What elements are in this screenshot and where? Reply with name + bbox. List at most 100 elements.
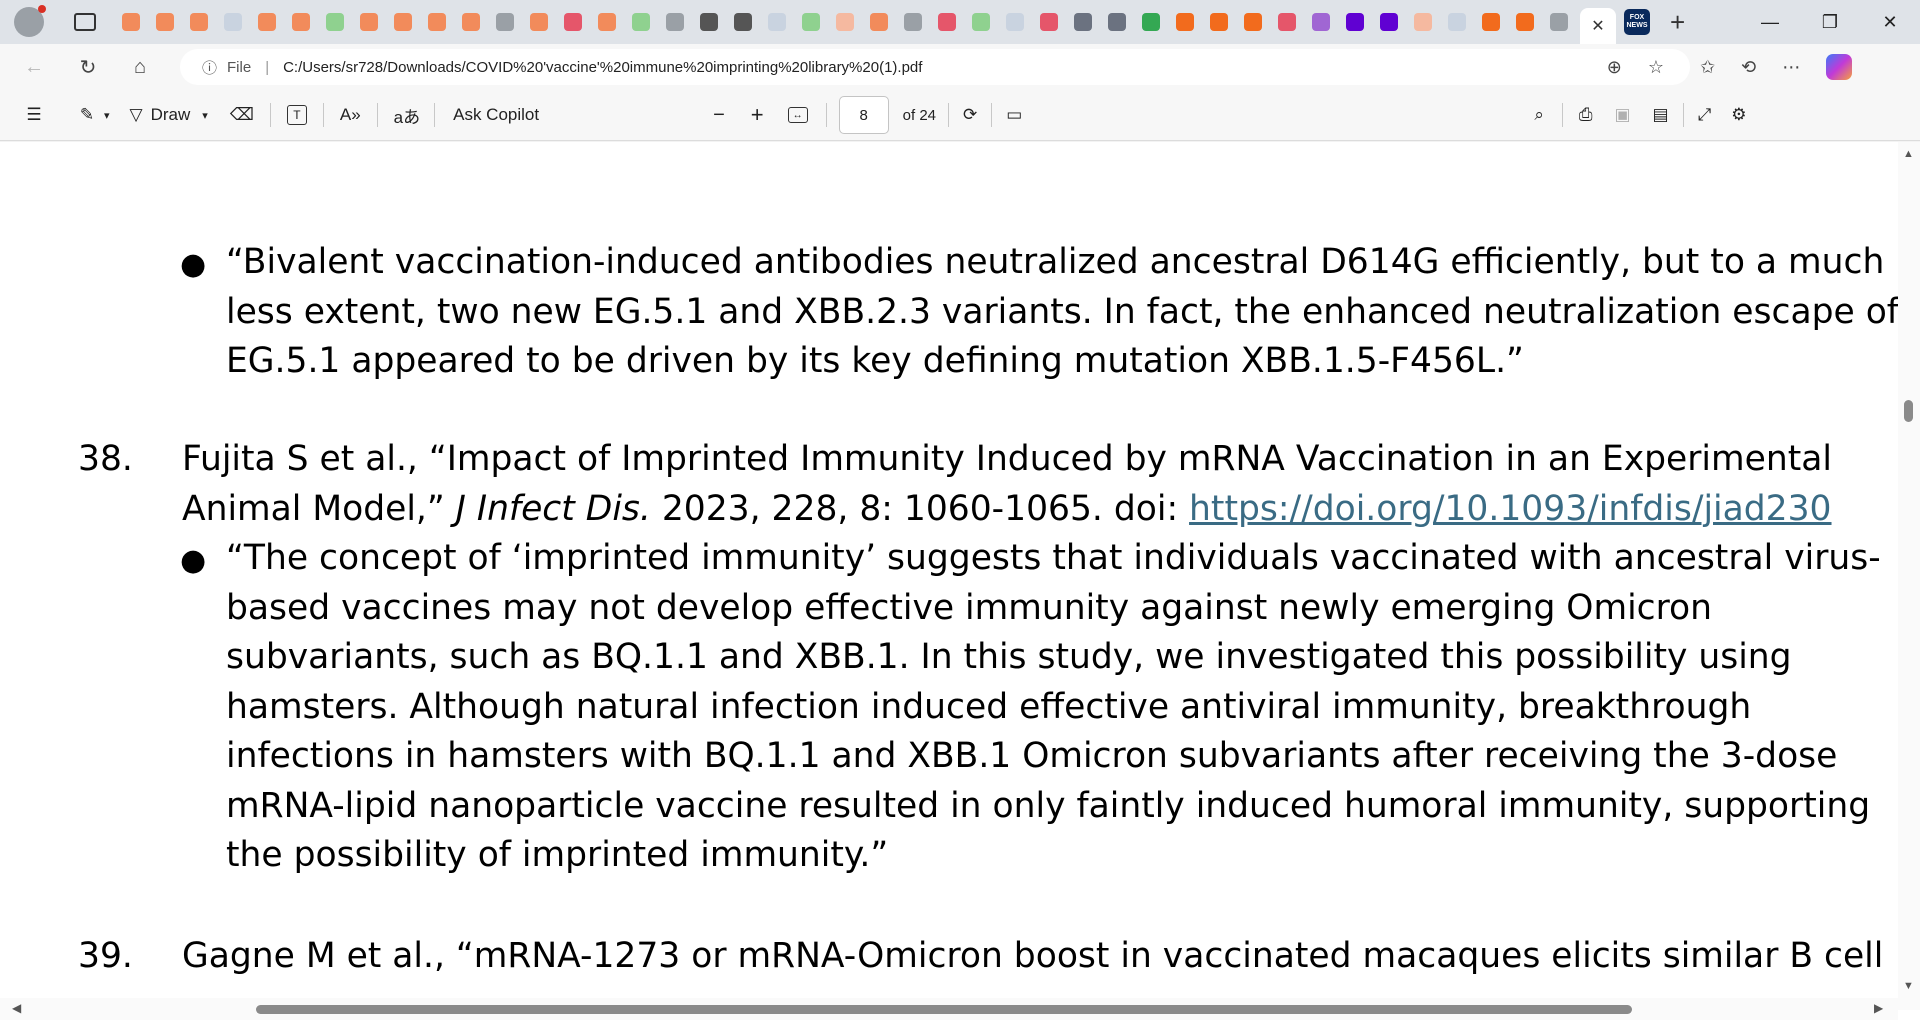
tab-21[interactable] <box>832 9 858 35</box>
translate-icon[interactable]: aあ <box>394 99 420 131</box>
tab-8[interactable] <box>390 9 416 35</box>
tab-32[interactable] <box>1206 9 1232 35</box>
save-icon[interactable]: ▣ <box>1614 99 1630 131</box>
eraser-icon[interactable]: ⌫ <box>230 99 254 131</box>
tab-20[interactable] <box>798 9 824 35</box>
back-button[interactable]: ← <box>14 56 54 79</box>
more-menu-icon[interactable]: ⋯ <box>1782 57 1800 78</box>
zoom-out-icon[interactable]: − <box>713 99 725 131</box>
tab-28[interactable] <box>1070 9 1096 35</box>
horizontal-scrollbar[interactable]: ◀ ▶ <box>0 998 1898 1020</box>
tab-18[interactable] <box>730 9 756 35</box>
tab-active-pdf[interactable]: ✕ <box>1580 8 1616 44</box>
tab-39[interactable] <box>1444 9 1470 35</box>
tab-6[interactable] <box>322 9 348 35</box>
scroll-left-icon[interactable]: ◀ <box>12 1001 21 1015</box>
tab-actions-icon[interactable] <box>74 13 96 31</box>
tab-13[interactable] <box>560 9 586 35</box>
close-tab-icon[interactable]: ✕ <box>1591 16 1604 36</box>
tab-26[interactable] <box>1002 9 1028 35</box>
draw-button[interactable]: Draw <box>151 99 191 131</box>
tab-35[interactable] <box>1308 9 1334 35</box>
tab-10[interactable] <box>458 9 484 35</box>
tab-2[interactable] <box>186 9 212 35</box>
ask-copilot-button[interactable]: Ask Copilot <box>453 99 539 131</box>
refresh-button[interactable]: ↻ <box>68 55 108 80</box>
favorite-star-icon[interactable]: ☆ <box>1648 57 1664 78</box>
tab-14[interactable] <box>594 9 620 35</box>
tab-1[interactable] <box>152 9 178 35</box>
tab-34[interactable] <box>1274 9 1300 35</box>
tab-5[interactable] <box>288 9 314 35</box>
scroll-up-icon[interactable]: ▲ <box>1903 148 1914 160</box>
tab-19[interactable] <box>764 9 790 35</box>
page-view-icon[interactable]: ▭ <box>1006 99 1022 131</box>
draw-icon[interactable]: ▽ <box>130 99 143 131</box>
horizontal-scroll-thumb[interactable] <box>256 1005 1632 1014</box>
tab-0[interactable] <box>118 9 144 35</box>
contents-icon[interactable]: ☰ <box>22 99 46 131</box>
tab-24[interactable] <box>934 9 960 35</box>
tab-37[interactable] <box>1376 9 1402 35</box>
tab-29[interactable] <box>1104 9 1130 35</box>
site-info-icon[interactable]: ⓘ <box>202 57 217 78</box>
reference-number: 38. <box>78 439 133 479</box>
search-icon[interactable]: ⌕ <box>1534 99 1544 131</box>
favorites-icon[interactable]: ✩ <box>1700 57 1715 78</box>
scroll-right-icon[interactable]: ▶ <box>1874 1001 1883 1015</box>
settings-gear-icon[interactable]: ⚙ <box>1731 99 1746 131</box>
highlight-icon[interactable]: ✎ <box>76 99 98 131</box>
tab-27[interactable] <box>1036 9 1062 35</box>
address-bar[interactable]: ⓘ File | C:/Users/sr728/Downloads/COVID%… <box>180 49 1690 85</box>
chevron-down-icon[interactable]: ▾ <box>104 99 110 131</box>
rotate-icon[interactable]: ⟳ <box>963 99 977 131</box>
tab-42[interactable] <box>1546 9 1572 35</box>
tab-12[interactable] <box>526 9 552 35</box>
text-line: the possibility of imprinted immunity.” <box>226 835 889 875</box>
tab-16[interactable] <box>662 9 688 35</box>
close-window-button[interactable]: ✕ <box>1860 12 1920 33</box>
restore-button[interactable]: ❐ <box>1800 12 1860 33</box>
e-icon <box>870 13 888 31</box>
tab-4[interactable] <box>254 9 280 35</box>
page-number-input[interactable]: 8 <box>838 96 889 134</box>
tab-38[interactable] <box>1410 9 1436 35</box>
tab-41[interactable] <box>1512 9 1538 35</box>
fit-page-icon[interactable]: ↔ <box>787 107 808 123</box>
doi-link[interactable]: https://doi.org/10.1093/infdis/jiad230 <box>1189 489 1831 529</box>
read-aloud-icon[interactable]: A» <box>340 99 361 131</box>
tab-9[interactable] <box>424 9 450 35</box>
chevron-down-icon[interactable]: ▾ <box>202 99 208 131</box>
copilot-icon[interactable] <box>1826 54 1853 80</box>
tab-23[interactable] <box>900 9 926 35</box>
tab-11[interactable] <box>492 9 518 35</box>
text-box-icon[interactable]: T <box>286 105 307 125</box>
tab-30[interactable] <box>1138 9 1164 35</box>
history-icon[interactable]: ⟲ <box>1741 57 1756 78</box>
home-button[interactable]: ⌂ <box>120 56 160 79</box>
tab-25[interactable] <box>968 9 994 35</box>
tab-22[interactable] <box>866 9 892 35</box>
print-icon[interactable]: ⎙ <box>1579 99 1593 131</box>
tab-15[interactable] <box>628 9 654 35</box>
save-as-icon[interactable]: ▤ <box>1653 99 1669 131</box>
zoom-icon[interactable]: ⊕ <box>1607 57 1622 78</box>
tab-40[interactable] <box>1478 9 1504 35</box>
vertical-scrollbar[interactable]: ▲ ▼ <box>1898 142 1920 1010</box>
url-text[interactable]: C:/Users/sr728/Downloads/COVID%20'vaccin… <box>283 59 922 76</box>
tab-7[interactable] <box>356 9 382 35</box>
tab-fox-news[interactable]: FOX NEWS <box>1624 9 1650 35</box>
minimize-button[interactable]: — <box>1740 12 1800 33</box>
new-tab-button[interactable]: + <box>1670 7 1685 38</box>
zoom-in-icon[interactable]: + <box>751 99 764 131</box>
profile-avatar-icon[interactable] <box>14 5 46 37</box>
scroll-down-icon[interactable]: ▼ <box>1903 980 1914 992</box>
tab-36[interactable] <box>1342 9 1368 35</box>
tab-33[interactable] <box>1240 9 1266 35</box>
fullscreen-icon[interactable]: ⤢ <box>1698 99 1712 131</box>
tab-17[interactable] <box>696 9 722 35</box>
pdf-viewer[interactable]: ● “Bivalent vaccination-induced antibodi… <box>0 142 1920 1020</box>
tab-31[interactable] <box>1172 9 1198 35</box>
tab-3[interactable] <box>220 9 246 35</box>
vertical-scroll-thumb[interactable] <box>1904 400 1913 422</box>
